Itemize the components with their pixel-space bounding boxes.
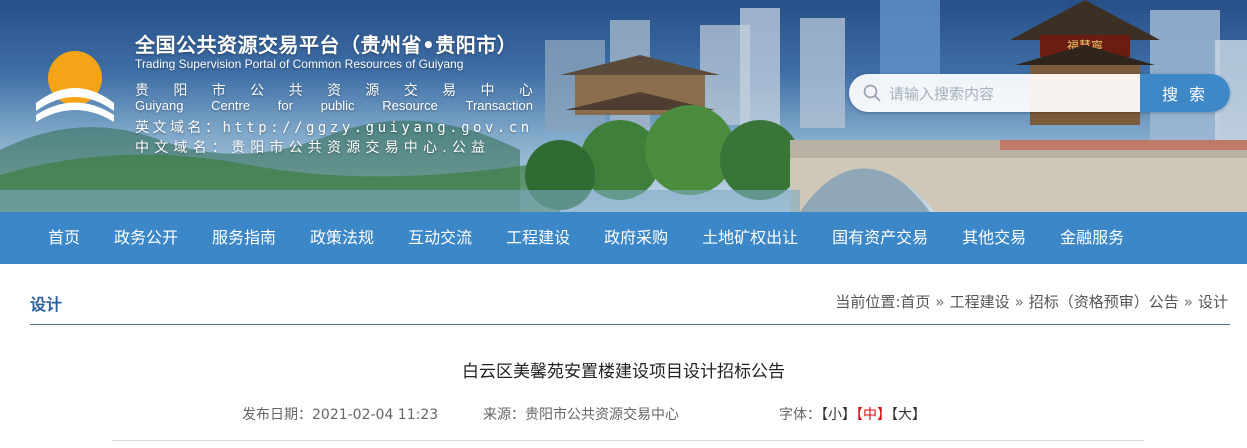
header-banner: 福慧寧 全国公共资源交易平台（贵州省•贵阳市） Trading Supervis… (0, 0, 1247, 212)
font-size-medium[interactable]: 【中】 (856, 407, 891, 423)
divider (112, 440, 1144, 441)
site-title: 全国公共资源交易平台（贵州省•贵阳市） (135, 33, 518, 57)
article-source: 来源：贵阳市公共资源交易中心 (483, 404, 679, 424)
chinese-domain: 中文域名：贵阳市公共资源交易中心.公益 (135, 140, 491, 156)
center-en-word: Resource (382, 98, 438, 113)
center-name-cn: 贵 阳 市 公 共 资 源 交 易 中 心 (135, 80, 533, 100)
publish-date-label: 发布日期： (242, 407, 312, 423)
center-cn-char: 交 (403, 83, 418, 99)
nav-item-policies[interactable]: 政策法规 (293, 212, 391, 264)
nav-item-state-assets[interactable]: 国有资产交易 (815, 212, 945, 264)
breadcrumb-design[interactable]: 设计 (1198, 293, 1228, 311)
breadcrumb-separator: » (1183, 293, 1193, 311)
center-en-word: for (277, 98, 293, 113)
center-cn-char: 贵 (135, 83, 149, 99)
center-cn-char: 易 (442, 83, 457, 99)
center-name-en: Guiyang Centre for public Resource Trans… (135, 98, 533, 113)
breadcrumb-construction[interactable]: 工程建设 (950, 293, 1010, 311)
search-icon (863, 84, 881, 102)
center-cn-char: 阳 (173, 83, 188, 99)
font-size-large[interactable]: 【大】 (891, 407, 926, 423)
source-value: 贵阳市公共资源交易中心 (525, 407, 679, 423)
center-cn-char: 共 (288, 83, 303, 99)
nav-item-land-mining[interactable]: 土地矿权出让 (685, 212, 815, 264)
nav-item-gov-affairs[interactable]: 政务公开 (97, 212, 195, 264)
breadcrumb-separator: » (935, 293, 945, 311)
nav-item-construction[interactable]: 工程建设 (489, 212, 587, 264)
nav-item-service-guide[interactable]: 服务指南 (195, 212, 293, 264)
center-en-word: Centre (211, 98, 251, 113)
breadcrumb: 当前位置:首页» 工程建设» 招标（资格预审）公告» 设计 (835, 291, 1228, 312)
center-en-word: public (320, 98, 355, 113)
article-title: 白云区美馨苑安置楼建设项目设计招标公告 (462, 362, 785, 382)
breadcrumb-tender-notice[interactable]: 招标（资格预审）公告 (1029, 293, 1179, 311)
search-bar: 搜 索 (849, 74, 1230, 112)
center-en-word: Guiyang (135, 98, 184, 113)
center-cn-char: 资 (326, 83, 341, 99)
center-cn-char: 公 (250, 83, 265, 99)
breadcrumb-separator: » (1014, 293, 1024, 311)
logo-icon (36, 51, 114, 122)
site-title-en: Trading Supervision Portal of Common Res… (135, 57, 464, 71)
center-cn-char: 中 (480, 83, 495, 99)
breadcrumb-prefix: 当前位置: (835, 293, 901, 311)
nav-item-interaction[interactable]: 互动交流 (391, 212, 489, 264)
font-size-label: 字体： (779, 407, 821, 423)
nav-item-other-trading[interactable]: 其他交易 (945, 212, 1043, 264)
font-size-switcher: 字体：【小】【中】【大】 (779, 404, 926, 424)
center-en-word: Transaction (465, 98, 533, 113)
section-title: 设计 (30, 295, 63, 314)
english-domain: 英文域名：http://ggzy.guiyang.gov.cn (135, 120, 533, 136)
font-size-small[interactable]: 【小】 (821, 407, 856, 423)
publish-date: 发布日期：2021-02-04 11:23 (242, 404, 438, 424)
section-header: 设计 当前位置:首页» 工程建设» 招标（资格预审）公告» 设计 (30, 278, 1230, 325)
center-cn-char: 心 (518, 83, 533, 99)
search-input[interactable] (887, 74, 1141, 112)
nav-item-finance[interactable]: 金融服务 (1043, 212, 1141, 264)
breadcrumb-home[interactable]: 首页 (900, 293, 930, 311)
center-cn-char: 源 (365, 83, 380, 99)
publish-date-value: 2021-02-04 11:23 (312, 407, 439, 423)
nav-item-home[interactable]: 首页 (30, 212, 97, 264)
main-nav: 首页 政务公开 服务指南 政策法规 互动交流 工程建设 政府采购 土地矿权出让 … (0, 212, 1247, 264)
nav-item-procurement[interactable]: 政府采购 (587, 212, 685, 264)
source-label: 来源： (483, 407, 525, 423)
center-cn-char: 市 (211, 83, 226, 99)
search-button[interactable]: 搜 索 (1140, 74, 1230, 112)
